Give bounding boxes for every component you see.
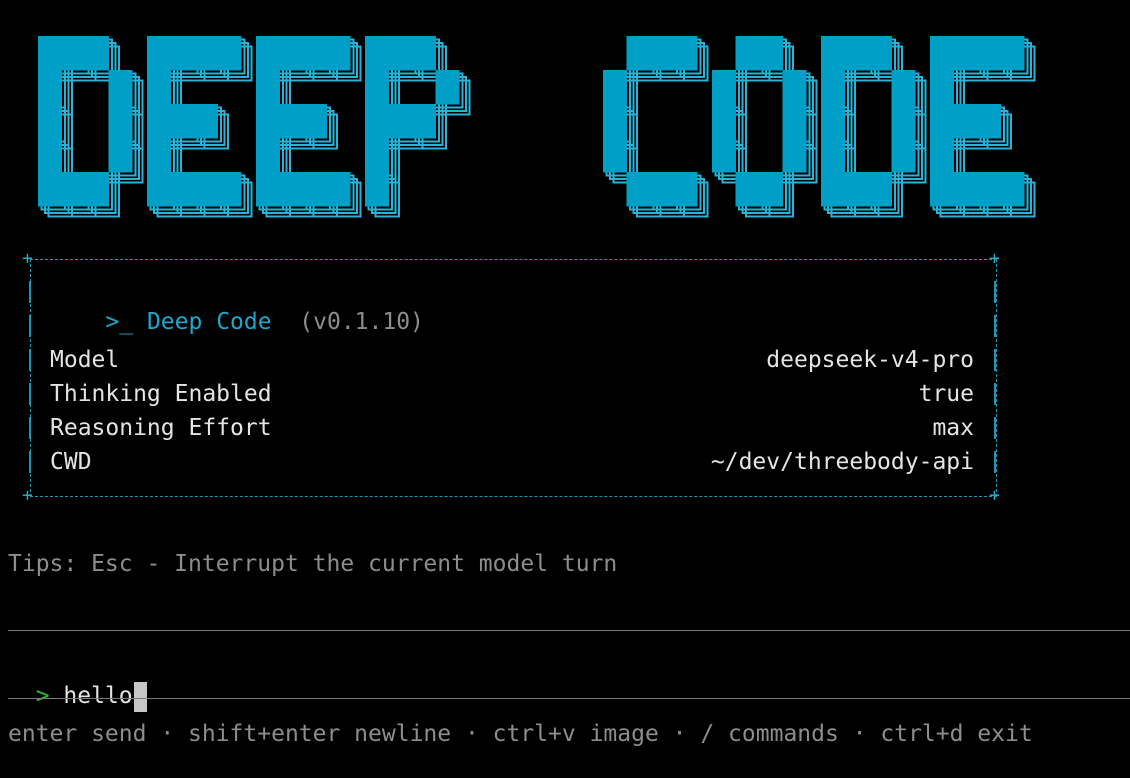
input-value: hello bbox=[63, 683, 133, 709]
box-side-bar bbox=[994, 315, 996, 337]
box-corner: + bbox=[22, 485, 33, 506]
info-label-reasoning: Reasoning Effort bbox=[50, 415, 272, 441]
tips-text: Tips: Esc - Interrupt the current model … bbox=[8, 551, 618, 577]
info-value-reasoning: max bbox=[932, 415, 974, 441]
box-corner: + bbox=[989, 485, 1000, 506]
box-side-bar bbox=[29, 451, 31, 473]
app-version: (v0.1.10) bbox=[299, 309, 424, 335]
terminal-prompt-icon: >_ bbox=[105, 309, 134, 335]
box-side-bar bbox=[29, 383, 31, 405]
info-label-model: Model bbox=[50, 347, 120, 373]
info-label-cwd: CWD bbox=[50, 449, 92, 475]
box-side-bar bbox=[994, 417, 996, 439]
box-side-bar bbox=[994, 349, 996, 371]
box-side-bar bbox=[29, 315, 31, 337]
box-side-bar bbox=[994, 281, 996, 303]
box-side-bar bbox=[994, 383, 996, 405]
box-side-bar bbox=[29, 349, 31, 371]
keybindings-hint: enter send · shift+enter newline · ctrl+… bbox=[8, 721, 1033, 747]
box-corner: + bbox=[22, 248, 33, 269]
text-cursor bbox=[133, 681, 147, 712]
info-value-thinking: true bbox=[918, 381, 974, 407]
app-header: >_ Deep Code (v0.1.10) bbox=[50, 277, 424, 335]
info-value-model: deepseek-v4-pro bbox=[766, 347, 974, 373]
banner-letter bbox=[603, 36, 698, 207]
info-value-cwd: ~/dev/threebody-api bbox=[710, 449, 974, 475]
box-corner: + bbox=[989, 248, 1000, 269]
box-side-bar bbox=[994, 451, 996, 473]
app-name: Deep Code bbox=[146, 309, 272, 335]
chat-input[interactable]: > hello bbox=[8, 651, 1118, 712]
box-side-bar bbox=[29, 417, 31, 439]
input-top-divider bbox=[8, 630, 1130, 631]
deep-code-banner-logo bbox=[38, 36, 1036, 218]
input-prompt-symbol: > bbox=[35, 683, 50, 709]
info-label-thinking: Thinking Enabled bbox=[50, 381, 272, 407]
box-side-bar bbox=[29, 281, 31, 303]
input-bottom-divider bbox=[8, 698, 1130, 699]
